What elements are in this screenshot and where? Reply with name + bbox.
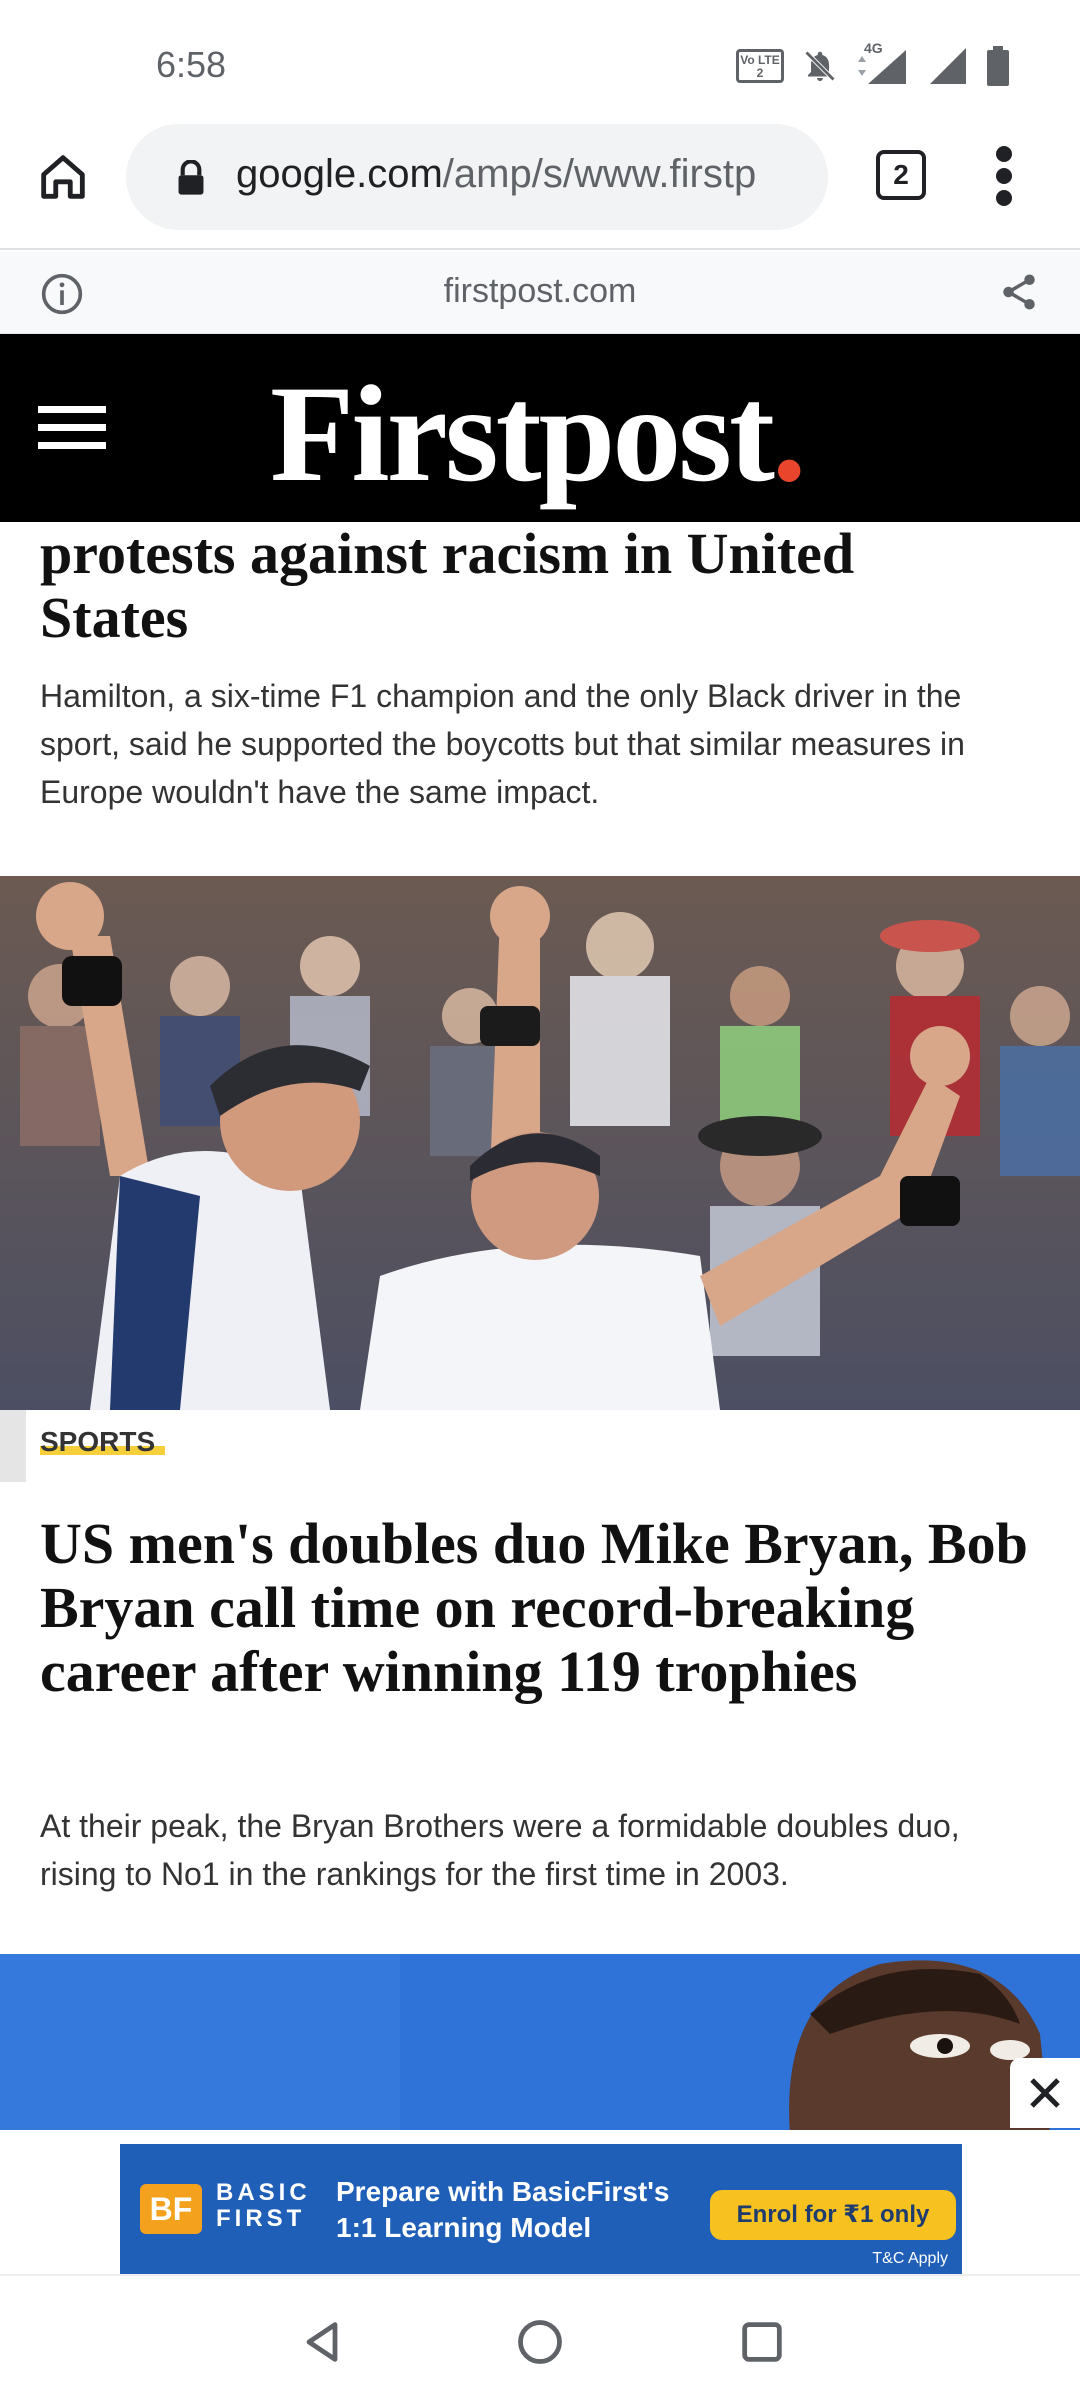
mute-icon (804, 50, 836, 82)
status-icons: Vo LTE 2 4G (736, 40, 1010, 86)
back-icon[interactable] (296, 2316, 348, 2368)
bryan-brothers-photo (0, 876, 1080, 1410)
status-time: 6:58 (156, 44, 227, 85)
hamburger-menu-icon[interactable] (38, 406, 106, 450)
logo-text: Firstpost (270, 357, 775, 510)
share-icon[interactable] (998, 270, 1040, 314)
ad-terms: T&C Apply (872, 2250, 948, 2267)
close-ad-button[interactable] (1010, 2058, 1080, 2128)
ad-brand-line: BASIC (216, 2179, 311, 2206)
battery-icon (987, 46, 1009, 86)
footballer-photo (0, 1954, 1080, 2134)
ad-banner[interactable]: BF BASIC FIRST Prepare with BasicFirst's… (120, 2144, 962, 2274)
ad-cta-button[interactable]: Enrol for ₹1 only (710, 2190, 956, 2240)
article-headline[interactable]: US men's doubles duo Mike Bryan, Bob Bry… (0, 1512, 1080, 1704)
recents-icon[interactable] (736, 2316, 788, 2368)
ad-logo: BF (140, 2184, 202, 2234)
category-strip (0, 1410, 26, 1482)
home-icon[interactable] (34, 148, 92, 206)
ad-brand: BASIC FIRST (216, 2180, 311, 2232)
network-type-label: 4G (864, 40, 883, 56)
category-row: SPORTS (0, 1410, 1080, 1482)
category-label[interactable]: SPORTS (40, 1426, 166, 1458)
headline-line: protests against racism in United (40, 521, 855, 586)
system-nav-bar (0, 2274, 1080, 2400)
ad-area: BF BASIC FIRST Prepare with BasicFirst's… (0, 2130, 1080, 2274)
amp-header-bar: firstpost.com (0, 252, 1080, 334)
ad-text: Prepare with BasicFirst's 1:1 Learning M… (336, 2174, 669, 2246)
ad-brand-line: FIRST (216, 2205, 306, 2232)
close-icon (1030, 2078, 1060, 2108)
more-vert-icon[interactable] (990, 146, 1018, 206)
lock-icon (178, 160, 204, 195)
url-domain: google.com (236, 152, 443, 196)
article-summary: At their peak, the Bryan Brothers were a… (40, 1808, 960, 1892)
logo-dot: . (771, 357, 806, 510)
tabs-icon[interactable]: 2 (876, 150, 926, 200)
signal-4g-icon: 4G (856, 40, 910, 86)
ad-text-line: Prepare with BasicFirst's (336, 2176, 670, 2207)
volte-icon: Vo LTE 2 (736, 49, 784, 83)
site-header: Firstpost. (0, 334, 1080, 522)
url-path: /amp/s/www.firstp (442, 152, 757, 196)
article-summary: Hamilton, a six-time F1 champion and the… (40, 678, 965, 810)
article-headline[interactable]: protests against racism in United States (0, 522, 894, 650)
article-image[interactable] (0, 1954, 1080, 2134)
amp-domain: firstpost.com (443, 272, 637, 310)
signal-icon (930, 48, 966, 84)
home-circle-icon[interactable] (514, 2316, 566, 2368)
headline-line: States (40, 585, 189, 650)
url-bar[interactable]: google.com/amp/s/www.firstp (126, 124, 828, 230)
status-bar: 6:58 Vo LTE 2 4G (0, 0, 1080, 120)
url-text[interactable]: google.com/amp/s/www.firstp (236, 152, 756, 197)
browser-toolbar: google.com/amp/s/www.firstp 2 (0, 120, 1080, 250)
ad-text-line: 1:1 Learning Model (336, 2212, 592, 2243)
site-logo[interactable]: Firstpost. (270, 354, 806, 513)
article-image[interactable] (0, 876, 1080, 1410)
